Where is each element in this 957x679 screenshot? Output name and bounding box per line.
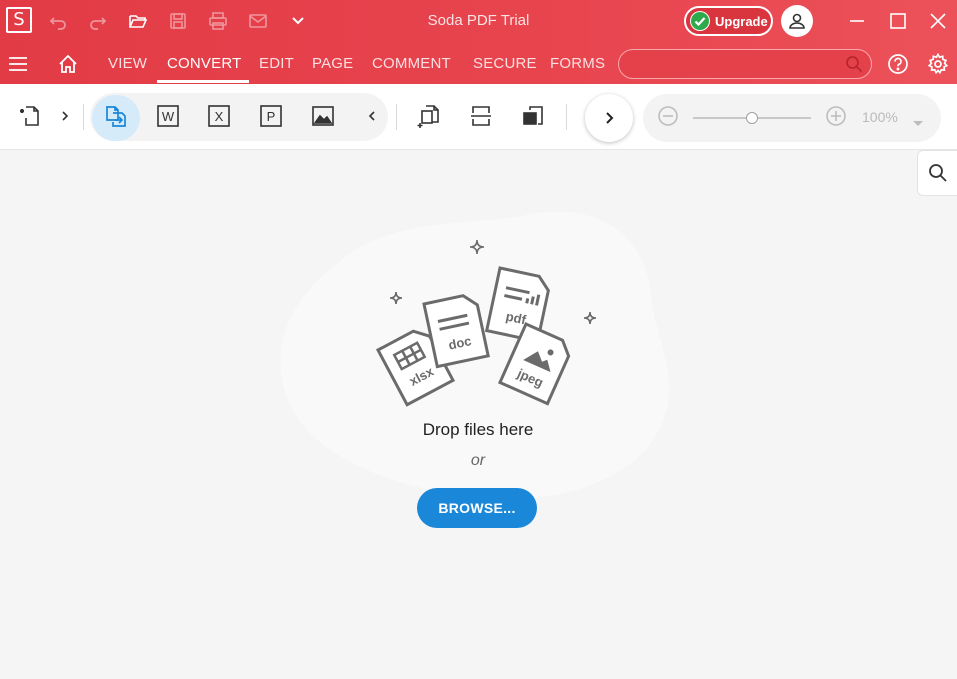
browse-button[interactable]: BROWSE...: [417, 488, 537, 528]
check-circle-icon: [690, 11, 710, 31]
close-icon[interactable]: [926, 9, 950, 33]
chevron-left-icon[interactable]: [354, 98, 390, 134]
convert-to-pdf-icon[interactable]: [98, 98, 134, 134]
next-arrow-button[interactable]: [585, 94, 633, 142]
zoom-level-select[interactable]: 100%: [862, 109, 898, 125]
account-icon[interactable]: [781, 5, 813, 37]
sparkle-icon: [469, 239, 485, 255]
tab-edit[interactable]: EDIT: [259, 55, 294, 72]
or-label: or: [470, 452, 486, 469]
upgrade-label: Upgrade: [715, 13, 768, 29]
svg-text:W: W: [162, 109, 175, 124]
hamburger-menu-icon[interactable]: [6, 52, 30, 76]
ribbon-menu-bar: VIEW CONVERT EDIT PAGE COMMENT SECURE FO…: [0, 42, 957, 84]
window-title: Soda PDF Trial: [427, 12, 530, 29]
chevron-right-icon[interactable]: [47, 98, 83, 134]
drop-files-label: Drop files here: [422, 420, 534, 439]
create-pdf-icon[interactable]: [12, 98, 48, 134]
minimize-icon[interactable]: [845, 9, 869, 33]
crop-page-icon[interactable]: [515, 98, 551, 134]
zoom-slider-thumb[interactable]: [746, 112, 758, 124]
active-tab-indicator: [157, 80, 249, 83]
sparkle-icon: [389, 291, 403, 305]
tab-comment[interactable]: COMMENT: [372, 55, 451, 72]
excel-icon[interactable]: X: [201, 98, 237, 134]
search-icon: [845, 55, 863, 78]
tab-page[interactable]: PAGE: [312, 55, 353, 72]
svg-text:X: X: [215, 109, 224, 124]
help-icon[interactable]: [886, 52, 910, 76]
zoom-out-icon[interactable]: [650, 98, 686, 134]
word-icon[interactable]: W: [150, 98, 186, 134]
sparkle-icon: [583, 311, 597, 325]
home-icon[interactable]: [56, 52, 80, 76]
tab-view[interactable]: VIEW: [108, 55, 147, 72]
tab-secure[interactable]: SECURE: [473, 55, 537, 72]
settings-gear-icon[interactable]: [926, 52, 950, 76]
split-page-icon[interactable]: [463, 98, 499, 134]
convert-toolbar: W X P 100%: [0, 84, 957, 150]
side-search-button[interactable]: [917, 150, 957, 196]
doc-file-icon: doc: [422, 294, 490, 369]
zoom-in-icon[interactable]: [818, 98, 854, 134]
powerpoint-icon[interactable]: P: [253, 98, 289, 134]
toolbar-divider: [83, 104, 84, 130]
tab-convert[interactable]: CONVERT: [167, 55, 241, 72]
toolbar-divider: [396, 104, 397, 130]
maximize-icon[interactable]: [886, 9, 910, 33]
toolbar-divider: [566, 104, 567, 130]
svg-text:P: P: [267, 109, 276, 124]
files-illustration[interactable]: xlsx doc pdf jpeg: [360, 232, 600, 418]
search-icon: [928, 164, 947, 182]
title-bar: S Soda PDF Trial Upgrade: [0, 0, 957, 42]
search-input[interactable]: [618, 49, 872, 79]
insert-page-icon[interactable]: [411, 98, 447, 134]
image-icon[interactable]: [305, 98, 341, 134]
caret-down-icon[interactable]: [912, 115, 924, 133]
tab-forms[interactable]: FORMS: [550, 55, 605, 72]
upgrade-button[interactable]: Upgrade: [684, 6, 773, 36]
